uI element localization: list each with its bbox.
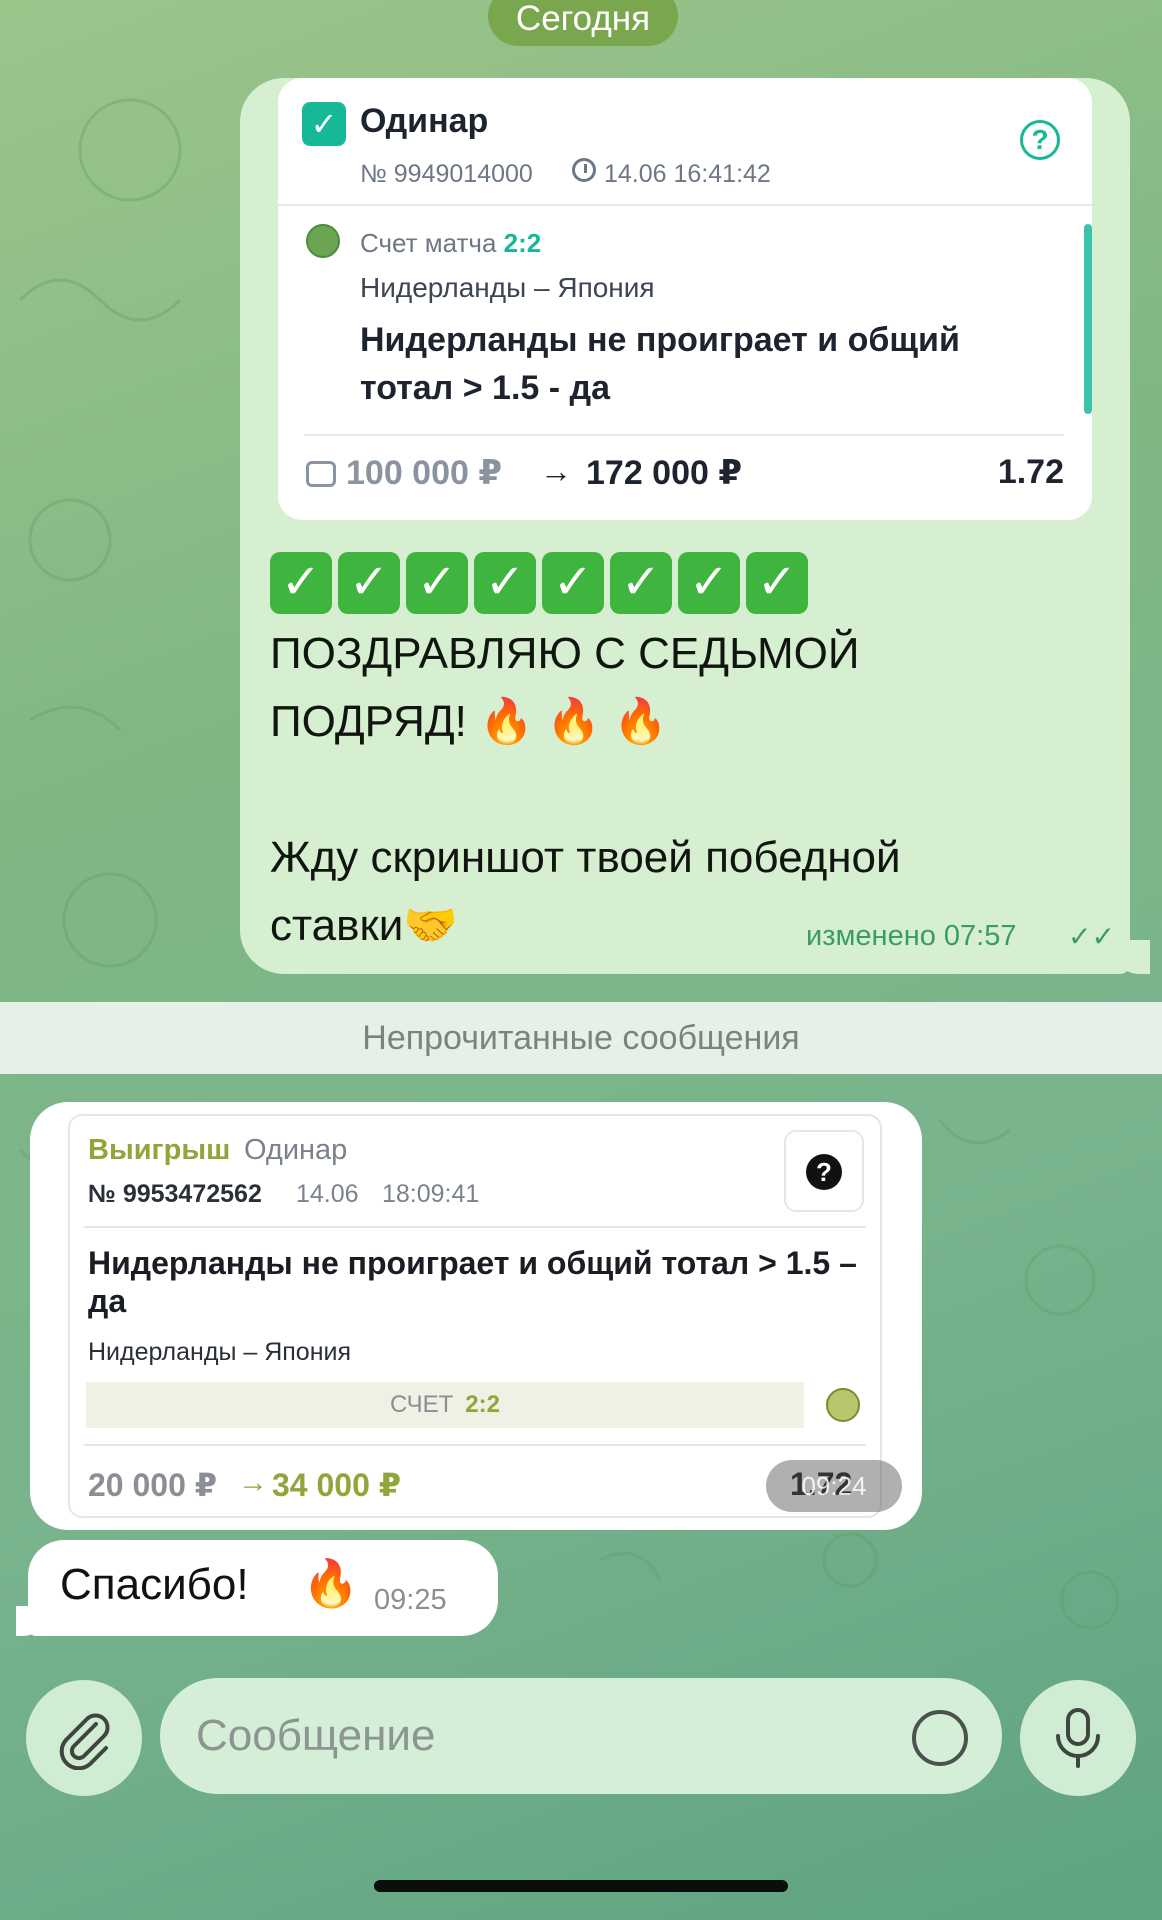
bet-selection: Нидерланды не проиграет и общий тотал > … <box>360 321 960 407</box>
clock-icon <box>572 158 596 182</box>
message-time: 09:24 <box>766 1460 902 1512</box>
check-emoji: ✓ <box>610 552 672 614</box>
arrow-icon: → <box>540 453 572 489</box>
check-emoji: ✓ <box>542 552 604 614</box>
check-emoji: ✓ <box>746 552 808 614</box>
microphone-button[interactable] <box>1020 1680 1136 1796</box>
question-icon[interactable]: ? <box>1020 120 1060 160</box>
message-text: Спасибо! <box>60 1560 249 1609</box>
check-emoji: ✓ <box>474 552 536 614</box>
paperclip-icon <box>59 1713 110 1770</box>
soccer-ball-icon <box>826 1388 860 1422</box>
soccer-ball-icon <box>306 224 340 258</box>
win-payout: 34 000 ₽ <box>272 1467 402 1503</box>
microphone-icon <box>1056 1708 1100 1768</box>
sticker-icon[interactable] <box>912 1710 968 1766</box>
match-teams: Нидерланды – Япония <box>360 272 655 303</box>
win-bet-time: 18:09:41 <box>382 1180 480 1208</box>
message-text: ПОЗДРАВЛЯЮ С СЕДЬМОЙ ПОДРЯД! 🔥 🔥 🔥 Жду с… <box>270 620 1090 960</box>
home-indicator[interactable] <box>374 1880 788 1892</box>
unread-messages-divider: Непрочитанные сообщения <box>0 1002 1162 1074</box>
message-line: ПОЗДРАВЛЯЮ С СЕДЬМОЙ <box>270 629 860 678</box>
checkmark-icon: ✓ <box>302 102 346 146</box>
check-emoji: ✓ <box>338 552 400 614</box>
checkmark-emoji-row: ✓ ✓ ✓ ✓ ✓ ✓ ✓ ✓ <box>270 552 808 614</box>
date-separator: Сегодня <box>488 0 678 46</box>
bet-odds: 1.72 <box>997 453 1064 491</box>
message-time: 09:25 <box>374 1584 447 1616</box>
fire-emoji: 🔥 <box>302 1557 360 1609</box>
message-edited-time: изменено 07:57 <box>806 920 1017 952</box>
win-score-bar: СЧЕТ 2:2 <box>86 1382 804 1428</box>
win-bet-date: 14.06 <box>296 1180 359 1208</box>
message-line: ПОДРЯД! 🔥 🔥 🔥 <box>270 697 668 746</box>
bet-card[interactable]: ✓ Одинар № 9949014000 14.06 16:41:42 ? С… <box>278 78 1092 520</box>
arrow-icon: → <box>238 1466 268 1499</box>
win-stake: 20 000 ₽ <box>88 1467 218 1503</box>
match-score: Счет матча 2:2 <box>360 228 542 258</box>
win-status: Выигрыш <box>88 1134 231 1166</box>
fire-emoji: 🔥 🔥 🔥 <box>479 697 668 746</box>
win-bet-number: № 9953472562 <box>88 1180 262 1208</box>
divider <box>84 1444 866 1446</box>
bet-datetime: 14.06 16:41:42 <box>604 160 771 188</box>
attach-button[interactable] <box>26 1680 142 1796</box>
message-input[interactable] <box>160 1678 1002 1794</box>
bet-number: № 9949014000 <box>360 160 533 188</box>
win-bet-selection: Нидерланды не проиграет и общий тотал > … <box>88 1245 857 1319</box>
wallet-icon <box>306 461 336 487</box>
divider <box>84 1226 866 1228</box>
card-accent-strip <box>1084 224 1092 414</box>
question-icon[interactable]: ? <box>806 1154 842 1190</box>
check-emoji: ✓ <box>270 552 332 614</box>
divider <box>304 434 1064 436</box>
bet-stake: 100 000 ₽ <box>346 454 503 492</box>
double-check-icon: ✓✓ <box>1068 921 1115 952</box>
message-line: Жду скриншот твоей победной <box>270 833 901 882</box>
check-emoji: ✓ <box>678 552 740 614</box>
win-match-teams: Нидерланды – Япония <box>88 1338 352 1366</box>
bet-payout: 172 000 ₽ <box>586 454 743 492</box>
bet-type-title: Одинар <box>360 102 489 140</box>
check-emoji: ✓ <box>406 552 468 614</box>
win-bet-type: Одинар <box>244 1134 348 1166</box>
